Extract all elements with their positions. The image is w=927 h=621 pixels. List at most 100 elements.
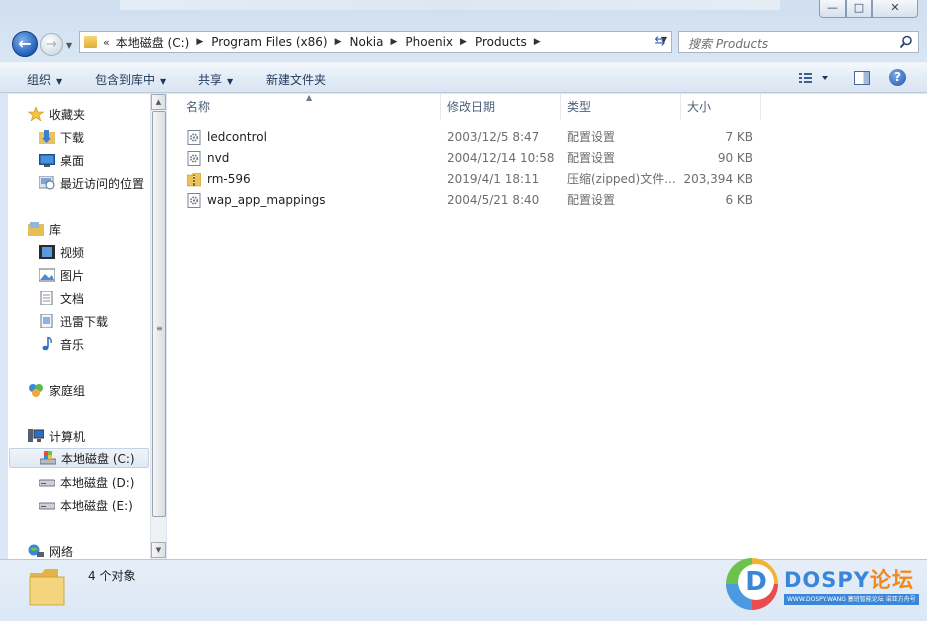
sidebar-item-desktop[interactable]: 桌面 (39, 150, 84, 170)
star-icon (28, 107, 44, 121)
search-input[interactable]: 搜索 Products (688, 35, 768, 52)
close-button[interactable]: ✕ (872, 0, 918, 18)
system-drive-icon (40, 451, 56, 465)
sidebar-item-libraries[interactable]: 库 (28, 219, 61, 239)
breadcrumb-item-program-files[interactable]: Program Files (x86) (211, 35, 327, 49)
sidebar-item-homegroup[interactable]: 家庭组 (28, 380, 85, 400)
new-folder-button[interactable]: 新建文件夹 (266, 71, 326, 88)
navigation-pane: 收藏夹 下载 桌面 最近访问的位置 库 视频 图片 文档 迅雷下载 音乐 家庭组… (8, 94, 150, 559)
breadcrumb-item-nokia[interactable]: Nokia (350, 35, 384, 49)
config-file-icon (187, 193, 201, 208)
file-date: 2004/5/21 8:40 (447, 193, 540, 207)
sidebar-item-drive-e[interactable]: 本地磁盘 (E:) (39, 495, 133, 515)
file-name: rm-596 (207, 172, 251, 186)
column-header-name[interactable]: 名称 (186, 94, 440, 120)
sidebar-item-documents[interactable]: 文档 (39, 288, 84, 308)
column-divider[interactable] (680, 94, 681, 120)
file-size: 7 KB (725, 130, 753, 144)
scroll-down-button[interactable]: ▼ (151, 542, 166, 558)
refresh-icon[interactable]: ⇆ (649, 33, 671, 51)
sidebar-item-drive-c[interactable]: 本地磁盘 (C:) (9, 448, 149, 468)
file-date: 2019/4/1 18:11 (447, 172, 540, 186)
picture-icon (39, 268, 55, 282)
file-row-nvd[interactable]: nvd 2004/12/14 10:58 配置设置 90 KB (185, 148, 765, 169)
preview-pane-icon[interactable] (854, 71, 870, 85)
column-header-date[interactable]: 修改日期 (447, 94, 560, 120)
column-header-type[interactable]: 类型 (567, 94, 680, 120)
grip-icon: ≡ (156, 324, 163, 333)
chevron-right-icon[interactable]: ▶ (196, 37, 203, 47)
column-header-size[interactable]: 大小 (687, 94, 760, 120)
breadcrumb-overflow[interactable]: « (103, 36, 110, 49)
desktop-icon (39, 154, 55, 167)
library-icon (28, 222, 44, 236)
minimize-button[interactable]: — (819, 0, 846, 18)
video-icon (39, 245, 55, 259)
sidebar-item-music[interactable]: 音乐 (39, 334, 84, 354)
file-date: 2004/12/14 10:58 (447, 151, 555, 165)
column-divider[interactable] (560, 94, 561, 120)
network-icon (28, 544, 44, 557)
recent-pages-dropdown[interactable]: ▼ (66, 41, 72, 50)
sidebar-item-thunder-downloads[interactable]: 迅雷下载 (39, 311, 108, 331)
column-divider[interactable] (760, 94, 761, 120)
file-name: nvd (207, 151, 230, 165)
file-date: 2003/12/5 8:47 (447, 130, 540, 144)
watermark-title: DOSPY论坛 (784, 568, 915, 592)
chevron-right-icon[interactable]: ▶ (534, 37, 541, 47)
forward-button[interactable]: → (40, 33, 63, 56)
search-icon[interactable] (899, 35, 913, 49)
sidebar-item-recent-places[interactable]: 最近访问的位置 (39, 173, 144, 193)
config-file-icon (187, 151, 201, 166)
scroll-thumb[interactable]: ≡ (152, 111, 166, 517)
file-size: 203,394 KB (683, 172, 753, 186)
search-box[interactable]: 搜索 Products (678, 31, 919, 53)
file-type: 配置设置 (567, 151, 616, 165)
sidebar-item-drive-d[interactable]: 本地磁盘 (D:) (39, 472, 134, 492)
chevron-right-icon[interactable]: ▶ (335, 37, 342, 47)
address-bar[interactable]: « 本地磁盘 (C:) ▶ Program Files (x86) ▶ Noki… (79, 31, 672, 53)
file-size: 90 KB (717, 151, 753, 165)
computer-icon (28, 429, 44, 442)
breadcrumb-item-phoenix[interactable]: Phoenix (405, 35, 453, 49)
chevron-right-icon[interactable]: ▶ (460, 37, 467, 47)
explorer-window: — □ ✕ ← → ▼ « 本地磁盘 (C:) ▶ Program Files … (0, 0, 927, 621)
back-button[interactable]: ← (12, 31, 38, 57)
chevron-right-icon[interactable]: ▶ (390, 37, 397, 47)
view-options-icon[interactable] (798, 71, 828, 85)
sidebar-item-videos[interactable]: 视频 (39, 242, 84, 262)
file-type: 压缩(zipped)文件... (567, 172, 676, 186)
document-icon (40, 291, 53, 305)
share-button[interactable]: 共享 ▼ (198, 71, 233, 88)
config-file-icon (187, 130, 201, 145)
sidebar-item-downloads[interactable]: 下载 (39, 127, 84, 147)
file-list: ▲ 名称 修改日期 类型 大小 ledcontrol 2003/12/5 8:4… (167, 93, 927, 559)
item-count: 4 个对象 (88, 569, 136, 583)
hard-drive-icon (39, 479, 55, 487)
sidebar-item-pictures[interactable]: 图片 (39, 265, 84, 285)
maximize-button[interactable]: □ (846, 0, 872, 18)
navigation-scrollbar[interactable]: ▲ ≡ ▼ (150, 94, 166, 559)
sidebar-item-computer[interactable]: 计算机 (28, 426, 85, 446)
file-row-rm-596[interactable]: rm-596 2019/4/1 18:11 压缩(zipped)文件... 20… (185, 169, 765, 190)
include-in-library-button[interactable]: 包含到库中 ▼ (95, 71, 166, 88)
file-name: wap_app_mappings (207, 193, 326, 207)
organize-button[interactable]: 组织 ▼ (27, 71, 62, 88)
file-row-wap-app-mappings[interactable]: wap_app_mappings 2004/5/21 8:40 配置设置 6 K… (185, 190, 765, 211)
title-bar: — □ ✕ (0, 0, 927, 24)
watermark-subtitle: WWW.DOSPY.WANG 塞班智能论坛 诺亚方舟号 (784, 594, 919, 605)
file-row-ledcontrol[interactable]: ledcontrol 2003/12/5 8:47 配置设置 7 KB (185, 127, 765, 148)
sidebar-item-network[interactable]: 网络 (28, 541, 73, 559)
file-name: ledcontrol (207, 130, 267, 144)
background-taskbar-blur (120, 0, 780, 10)
breadcrumb-item-products[interactable]: Products (475, 35, 527, 49)
breadcrumb-item-drive-c[interactable]: 本地磁盘 (C:) (116, 34, 190, 51)
scroll-up-button[interactable]: ▲ (151, 94, 166, 110)
column-divider[interactable] (440, 94, 441, 120)
recent-places-icon (39, 176, 55, 190)
downloads-folder-icon (39, 130, 55, 144)
dospy-logo-icon: D (726, 558, 778, 610)
hard-drive-icon (39, 502, 55, 510)
help-icon[interactable]: ? (889, 69, 906, 86)
sidebar-item-favorites[interactable]: 收藏夹 (28, 104, 85, 124)
